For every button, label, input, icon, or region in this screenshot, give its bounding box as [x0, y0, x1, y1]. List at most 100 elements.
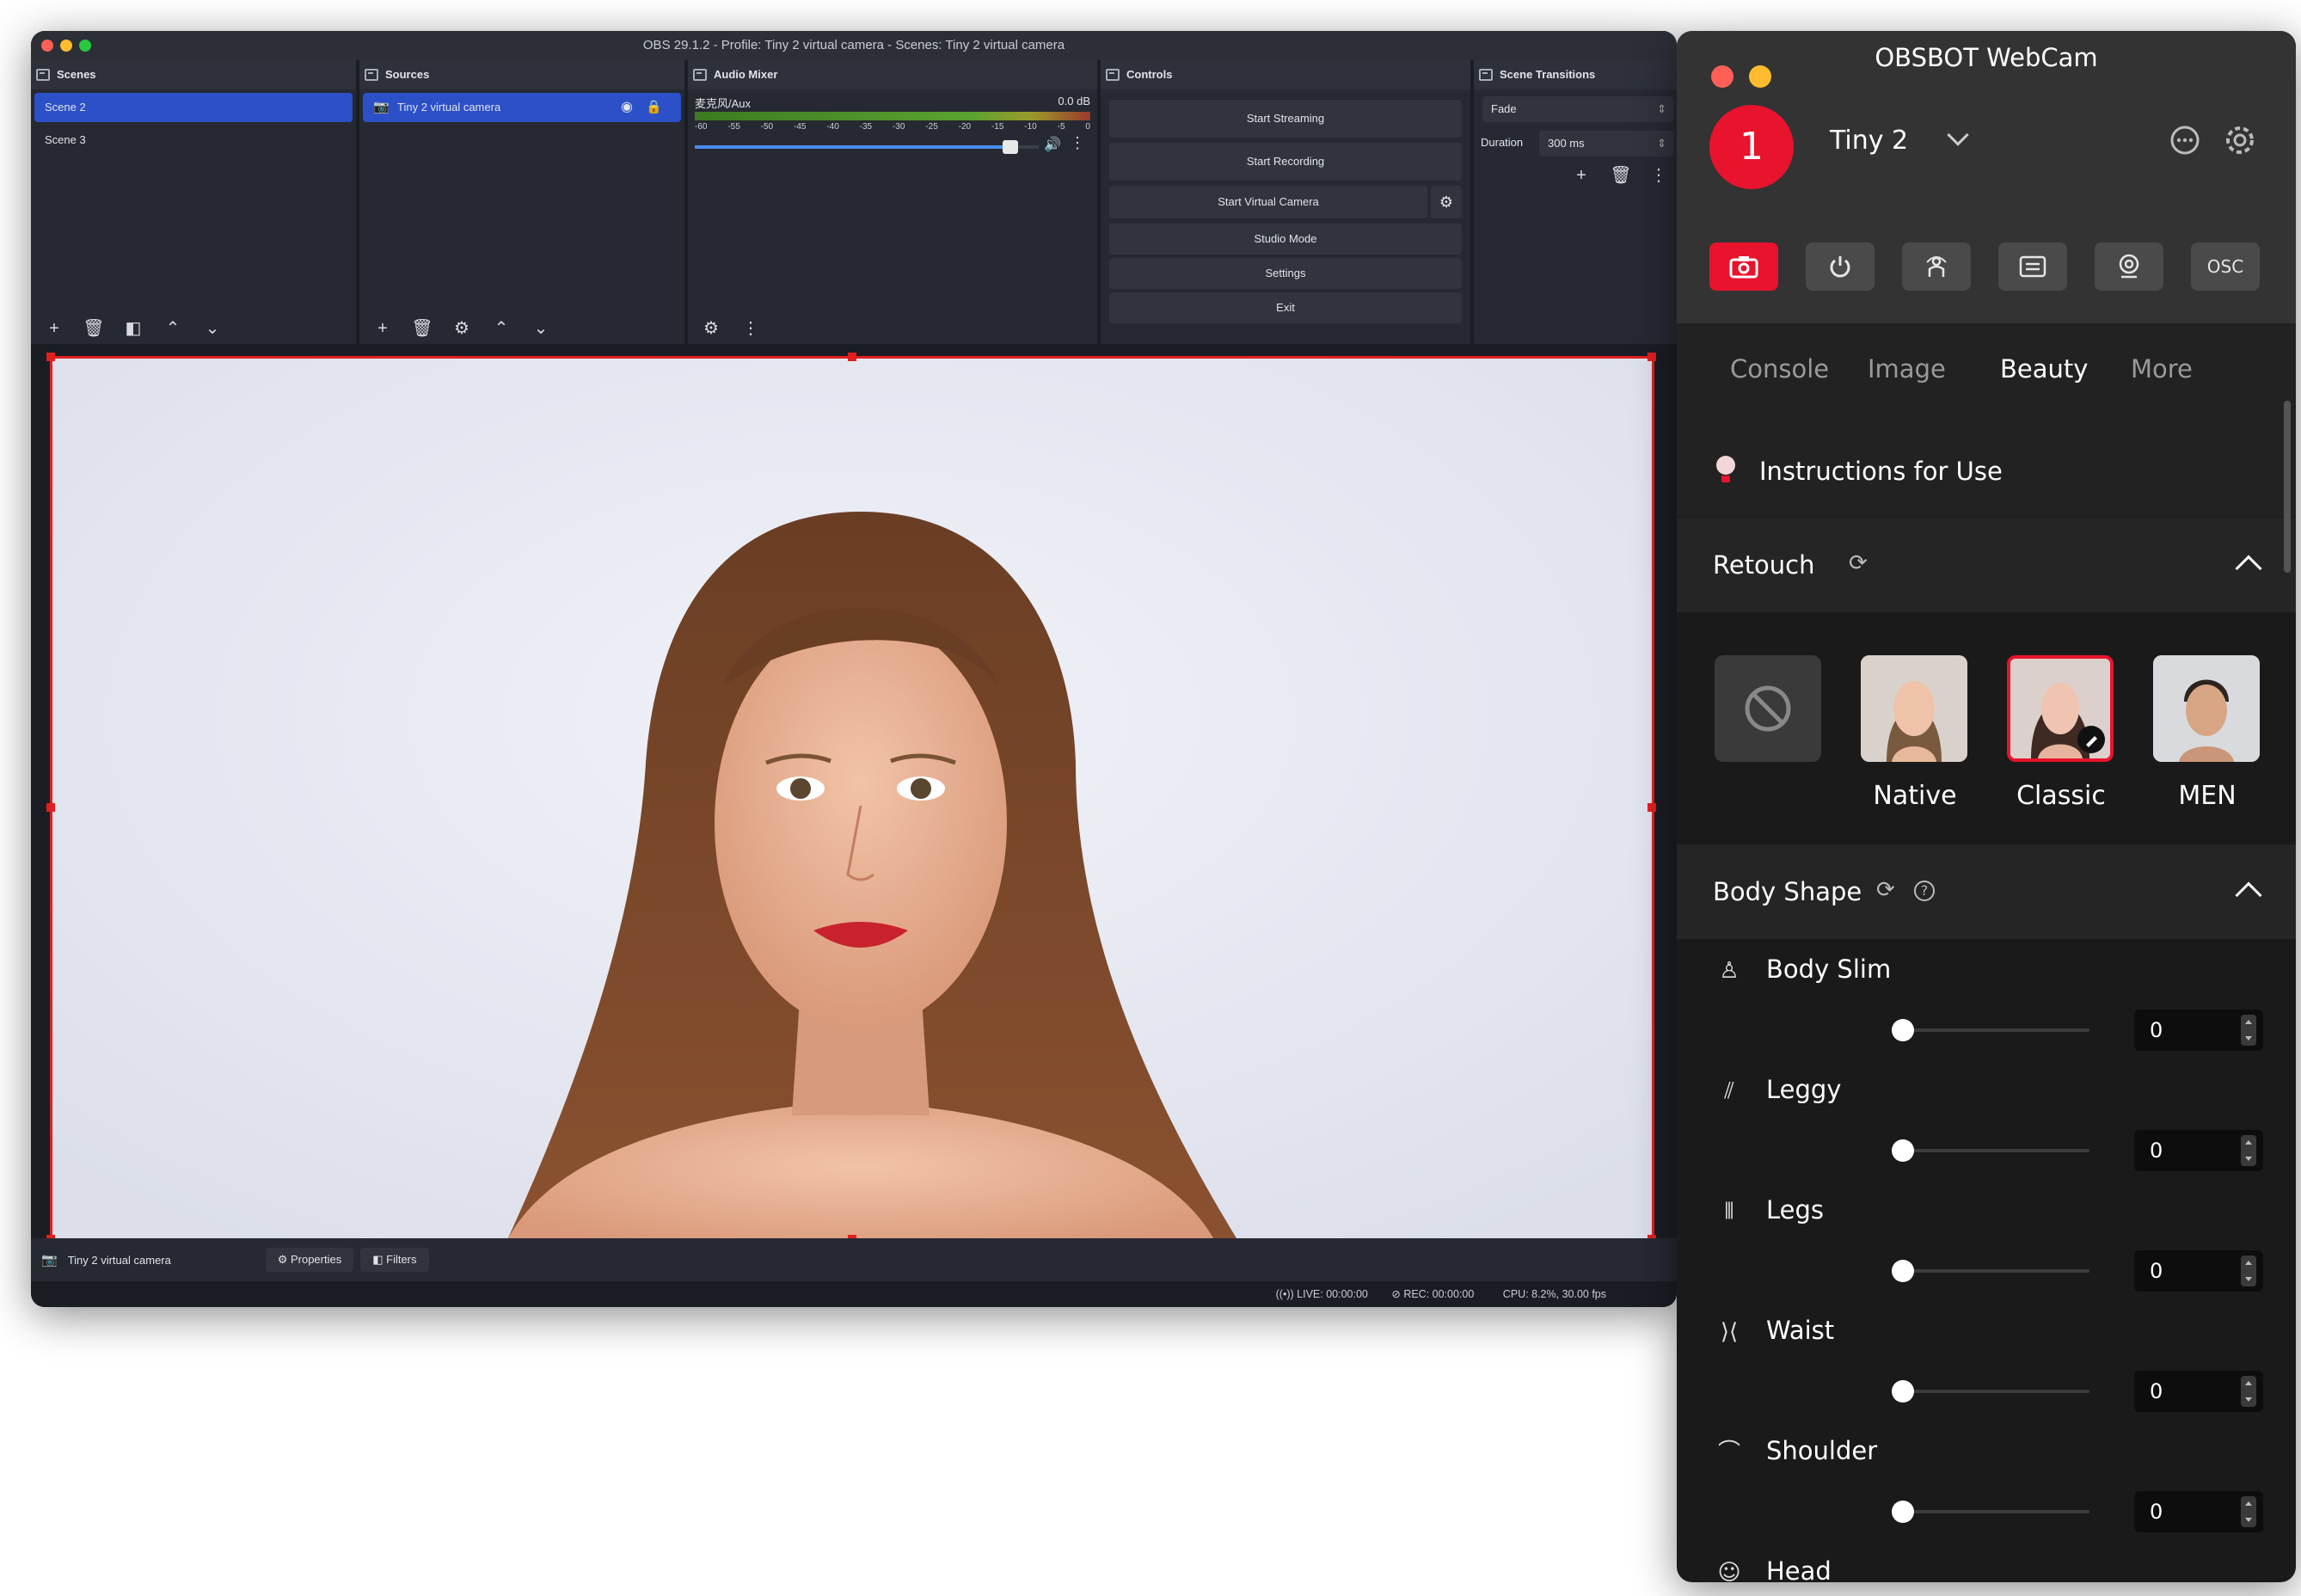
duration-label: Duration	[1481, 136, 1524, 149]
value-input[interactable]: 0	[2134, 1010, 2263, 1051]
slider-track[interactable]	[1892, 1139, 2089, 1162]
gear-icon[interactable]	[2220, 120, 2260, 160]
power-button[interactable]	[1806, 242, 1875, 291]
men-preset-image	[2153, 655, 2260, 762]
scene-item[interactable]: Scene 3	[34, 126, 353, 155]
filters-button[interactable]: ◧ Filters	[360, 1248, 429, 1272]
value-input[interactable]: 0	[2134, 1250, 2263, 1292]
tab-image[interactable]: Image	[1868, 354, 1946, 384]
slider-track[interactable]	[1892, 1019, 2089, 1041]
move-down-icon[interactable]: ⌄	[194, 315, 230, 342]
audio-channel-name: 麦克风/Aux	[695, 97, 752, 110]
duration-input[interactable]: 300 ms ⇕	[1539, 131, 1673, 157]
slider-thumb[interactable]	[1892, 1501, 1914, 1523]
volume-slider-thumb[interactable]	[1003, 140, 1018, 154]
add-source-button[interactable]: +	[365, 315, 401, 342]
speaker-icon[interactable]: 🔊	[1044, 136, 1061, 153]
slider-thumb[interactable]	[1892, 1139, 1914, 1162]
slider-track[interactable]	[1892, 1380, 2089, 1403]
add-scene-button[interactable]: +	[36, 315, 72, 342]
slider-thumb[interactable]	[1892, 1019, 1914, 1041]
preset-none[interactable]	[1715, 655, 1821, 762]
help-icon[interactable]: ?	[1914, 881, 1935, 901]
more-options-icon[interactable]: ⋮	[1070, 134, 1085, 152]
resize-handle[interactable]	[1648, 803, 1656, 812]
instructions-link[interactable]: Instructions for Use	[1759, 457, 2003, 486]
studio-mode-button[interactable]: Studio Mode	[1109, 224, 1462, 255]
source-settings-icon[interactable]: ⚙	[444, 315, 480, 342]
reset-icon[interactable]: ⟳	[1849, 550, 1868, 576]
move-down-icon[interactable]: ⌄	[523, 315, 559, 342]
scene-item[interactable]: Scene 2	[34, 93, 353, 122]
source-item[interactable]: 📷 Tiny 2 virtual camera ◉ 🔒	[363, 93, 681, 122]
resize-handle[interactable]	[46, 353, 55, 361]
tab-more[interactable]: More	[2131, 354, 2193, 384]
osc-button[interactable]: OSC	[2191, 242, 2260, 291]
select-arrows-icon: ⇕	[1657, 102, 1666, 115]
tab-beauty[interactable]: Beauty	[2000, 354, 2088, 384]
chevron-up-icon[interactable]	[2235, 555, 2262, 582]
preset-classic[interactable]	[2007, 655, 2114, 762]
resize-handle[interactable]	[848, 353, 856, 361]
slider-row-waist: ⟩⟨ Waist 0	[1677, 1307, 2296, 1427]
stepper-icon[interactable]	[2241, 1135, 2256, 1166]
exit-button[interactable]: Exit	[1109, 292, 1462, 323]
more-options-icon[interactable]: ⋮	[1641, 162, 1677, 189]
settings-button[interactable]: Settings	[1109, 258, 1462, 289]
stepper-icon[interactable]	[2241, 1376, 2256, 1407]
remove-transition-button[interactable]: 🗑	[1603, 162, 1639, 189]
webcam-mode-button[interactable]	[2095, 242, 2163, 291]
scrollbar[interactable]	[2284, 401, 2291, 573]
chat-icon[interactable]	[2165, 120, 2205, 160]
add-transition-button[interactable]: +	[1563, 162, 1599, 189]
value-input[interactable]: 0	[2134, 1130, 2263, 1171]
controls-header: Controls	[1101, 60, 1470, 89]
virtual-camera-settings-icon[interactable]: ⚙	[1431, 186, 1462, 218]
volume-slider[interactable]	[695, 140, 1039, 154]
preset-native[interactable]	[1861, 655, 1967, 762]
slider-track[interactable]	[1892, 1260, 2089, 1282]
value-input[interactable]: 0	[2134, 1371, 2263, 1412]
move-up-icon[interactable]: ⌃	[483, 315, 519, 342]
close-window-button[interactable]	[41, 40, 53, 52]
device-name[interactable]: Tiny 2	[1830, 126, 1908, 156]
audio-settings-icon[interactable]: ⚙	[693, 315, 729, 342]
slider-track[interactable]	[1892, 1501, 2089, 1523]
more-options-icon[interactable]: ⋮	[733, 315, 769, 342]
remove-source-button[interactable]: 🗑	[404, 315, 440, 342]
ai-tracking-button[interactable]	[1902, 242, 1971, 291]
stepper-icon[interactable]	[2241, 1015, 2256, 1046]
properties-button[interactable]: ⚙ Properties	[265, 1248, 354, 1272]
photo-mode-button[interactable]	[1709, 242, 1778, 291]
reset-icon[interactable]: ⟳	[1876, 877, 1895, 903]
stepper-icon[interactable]: ⇕	[1657, 131, 1666, 157]
chevron-down-icon[interactable]	[1947, 124, 1969, 146]
slider-thumb[interactable]	[1892, 1260, 1914, 1282]
presentation-mode-button[interactable]	[1998, 242, 2067, 291]
tab-console[interactable]: Console	[1730, 354, 1829, 384]
start-streaming-button[interactable]: Start Streaming	[1109, 100, 1462, 138]
start-virtual-camera-button[interactable]: Start Virtual Camera	[1109, 186, 1427, 218]
minimize-window-button[interactable]	[60, 40, 72, 52]
scene-filters-icon[interactable]: ◧	[115, 315, 151, 342]
stepper-icon[interactable]	[2241, 1496, 2256, 1527]
resize-handle[interactable]	[1648, 353, 1656, 361]
eye-icon[interactable]: ◉	[621, 93, 633, 122]
preset-men[interactable]	[2153, 655, 2260, 762]
slider-row-head: ☺ Head	[1677, 1548, 2296, 1582]
body-shape-header[interactable]: Body Shape ⟳ ?	[1677, 844, 2296, 939]
remove-scene-button[interactable]: 🗑	[76, 315, 112, 342]
value-input[interactable]: 0	[2134, 1491, 2263, 1532]
lock-icon[interactable]: 🔒	[646, 93, 662, 122]
transition-select[interactable]: Fade ⇕	[1482, 96, 1673, 122]
stepper-icon[interactable]	[2241, 1255, 2256, 1286]
retouch-header[interactable]: Retouch ⟳	[1677, 518, 2296, 612]
chevron-up-icon[interactable]	[2235, 881, 2262, 909]
obsbot-title: OBSBOT WebCam	[1875, 43, 2098, 72]
zoom-window-button[interactable]	[79, 40, 91, 52]
preview-canvas[interactable]	[50, 356, 1654, 1259]
start-recording-button[interactable]: Start Recording	[1109, 143, 1462, 181]
slider-thumb[interactable]	[1892, 1380, 1914, 1403]
move-up-icon[interactable]: ⌃	[155, 315, 191, 342]
resize-handle[interactable]	[46, 803, 55, 812]
